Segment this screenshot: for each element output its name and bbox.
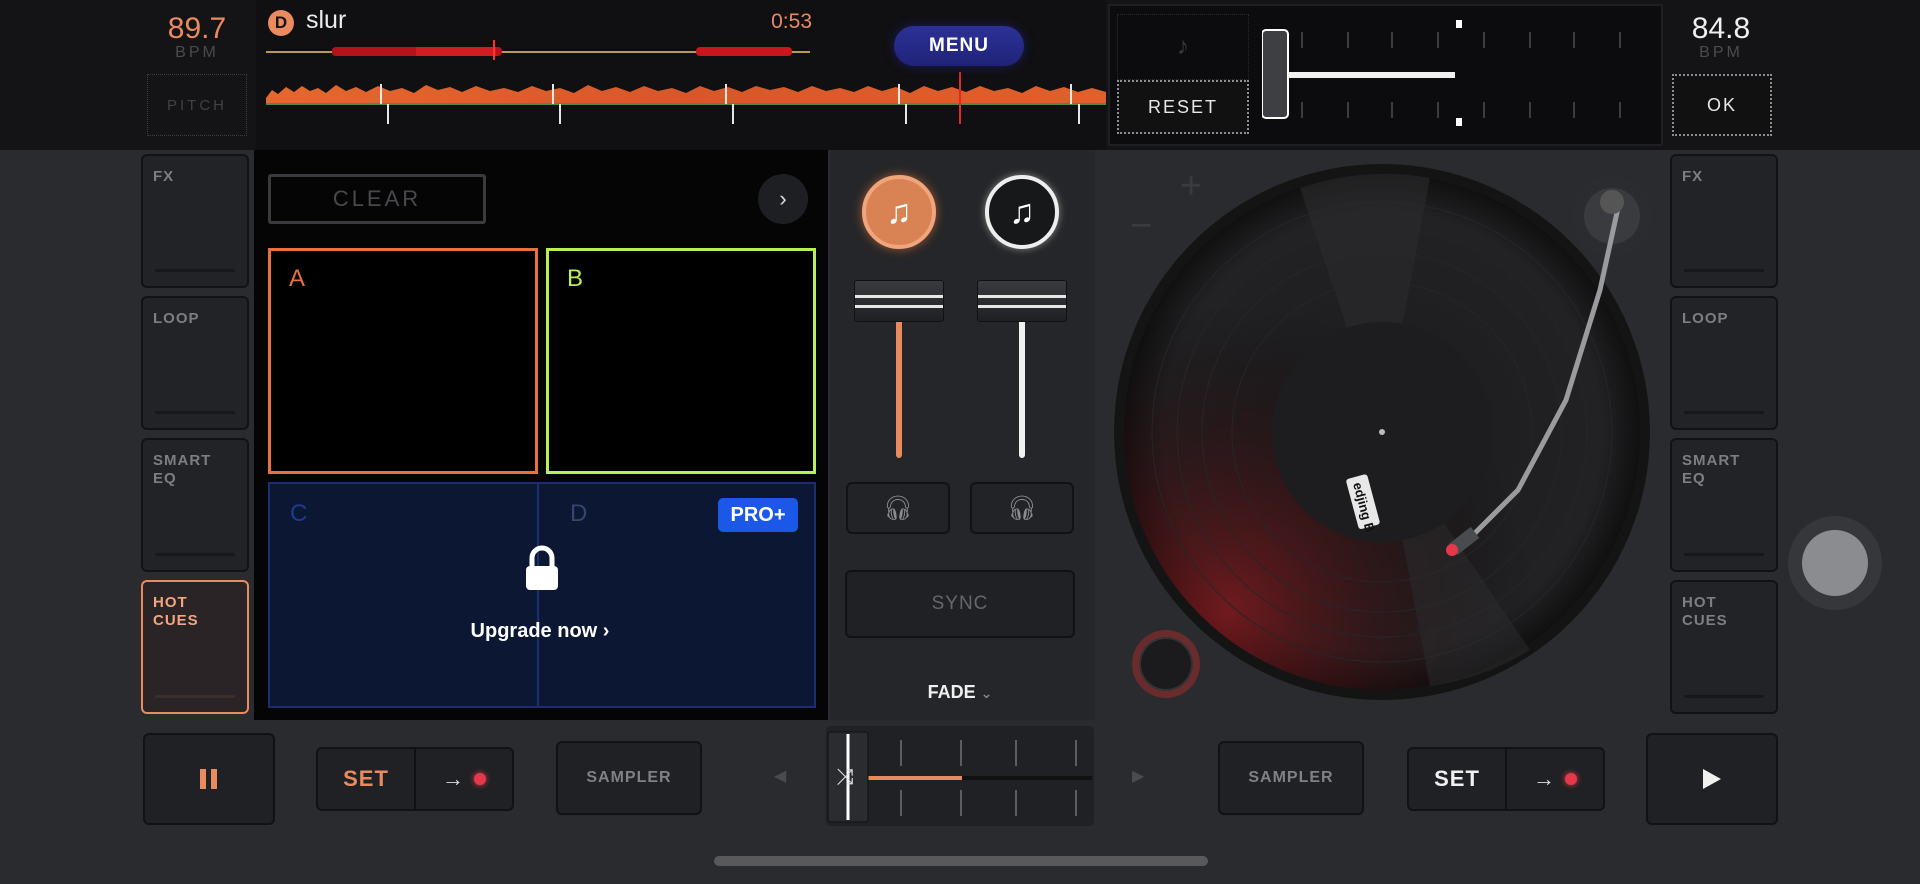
headphones-icon: 🎧︎ xyxy=(882,494,914,522)
start-stop-knob xyxy=(1139,637,1193,691)
add-track-right-button[interactable]: ♫ xyxy=(985,175,1059,249)
record-dot-icon xyxy=(1565,773,1577,785)
crossfader-left-arrow-icon[interactable]: ◀ xyxy=(774,766,786,786)
right-play-button[interactable] xyxy=(1646,733,1778,825)
plus-icon: + xyxy=(1180,165,1202,207)
waveform[interactable] xyxy=(266,72,1106,124)
menu-button[interactable]: MENU xyxy=(894,26,1024,66)
chevron-right-icon: › xyxy=(602,620,610,642)
crossfader-right-arrow-icon[interactable]: ▶ xyxy=(1132,766,1144,786)
right-set-label: SET xyxy=(1409,749,1507,809)
record-dot-icon xyxy=(474,773,486,785)
right-volume-track[interactable] xyxy=(1019,300,1025,458)
pad-b[interactable]: B xyxy=(546,248,816,474)
pitch-slider[interactable] xyxy=(1262,12,1650,136)
pad-divider xyxy=(537,484,539,706)
left-fx-label: FX xyxy=(153,168,175,185)
left-set-label: SET xyxy=(318,749,416,809)
right-smart-eq-button[interactable]: SMART EQ xyxy=(1670,438,1778,572)
chevron-right-icon: › xyxy=(779,186,787,211)
turntable[interactable]: + − edjing B xyxy=(1100,150,1660,720)
left-bpm-label: BPM xyxy=(175,44,219,61)
play-icon xyxy=(1703,769,1721,789)
pad-d-label: D xyxy=(570,500,588,527)
right-fx-label: FX xyxy=(1682,168,1704,185)
left-smart-eq-label: SMART EQ xyxy=(153,452,212,487)
right-set-cue-button[interactable]: SET → xyxy=(1407,747,1605,811)
next-page-button[interactable]: › xyxy=(758,174,808,224)
left-sampler-button[interactable]: SAMPLER xyxy=(556,741,702,815)
music-note-add-icon: ♫ xyxy=(886,192,912,231)
upgrade-now-link[interactable]: Upgrade now › xyxy=(440,620,640,643)
deck-d-badge: D xyxy=(268,10,294,36)
track-title: slur xyxy=(306,6,347,34)
fade-dropdown[interactable]: FADE ⌄ xyxy=(900,682,1020,703)
pad-b-label: B xyxy=(567,265,584,292)
right-hot-cues-label: HOT CUES xyxy=(1682,594,1728,629)
left-smart-eq-button[interactable]: SMART EQ xyxy=(141,438,249,572)
headphones-icon: 🎧︎ xyxy=(1006,494,1038,522)
pitch-button[interactable]: PITCH xyxy=(147,74,247,136)
arrow-right-icon: → xyxy=(442,766,464,791)
reset-button[interactable]: RESET xyxy=(1117,80,1249,134)
right-bpm-value: 84.8 xyxy=(1691,12,1751,45)
upgrade-label: Upgrade now xyxy=(470,620,598,642)
left-set-cue-button[interactable]: SET → xyxy=(316,747,514,811)
pad-c-label: C xyxy=(290,500,308,527)
pause-icon xyxy=(200,769,217,789)
clear-button[interactable]: CLEAR xyxy=(268,174,486,224)
right-fx-button[interactable]: FX xyxy=(1670,154,1778,288)
right-loop-label: LOOP xyxy=(1682,310,1729,327)
home-indicator[interactable] xyxy=(714,856,1208,866)
right-sampler-button[interactable]: SAMPLER xyxy=(1218,741,1364,815)
pad-a-label: A xyxy=(289,265,306,292)
left-pause-button[interactable] xyxy=(143,733,275,825)
right-jump-cue[interactable]: → xyxy=(1507,749,1603,809)
left-loop-button[interactable]: LOOP xyxy=(141,296,249,430)
left-fx-button[interactable]: FX xyxy=(141,154,249,288)
pad-a[interactable]: A xyxy=(268,248,538,474)
left-bpm-value: 89.7 xyxy=(167,12,227,45)
left-volume-fader[interactable] xyxy=(854,280,944,322)
pro-plus-badge[interactable]: PRO+ xyxy=(718,498,798,532)
chevron-down-icon: ⌄ xyxy=(980,685,993,701)
right-hot-cues-button[interactable]: HOT CUES xyxy=(1670,580,1778,714)
right-loop-button[interactable]: LOOP xyxy=(1670,296,1778,430)
ok-button[interactable]: OK xyxy=(1672,74,1772,136)
track-time: 0:53 xyxy=(771,10,812,33)
right-bpm-label: BPM xyxy=(1699,44,1743,61)
right-volume-fader[interactable] xyxy=(977,280,1067,322)
pitch-bend-joystick[interactable] xyxy=(1788,516,1882,610)
left-volume-track[interactable] xyxy=(896,300,902,458)
sync-button[interactable]: SYNC xyxy=(845,570,1075,638)
minus-icon: − xyxy=(1130,205,1152,247)
left-headphones-button[interactable]: 🎧︎ xyxy=(846,482,950,534)
joystick-knob[interactable] xyxy=(1802,530,1868,596)
fade-label: FADE xyxy=(927,682,976,702)
crossfader-track[interactable]: ⤨ xyxy=(826,726,1094,826)
left-hot-cues-label: HOT CUES xyxy=(153,594,199,629)
add-track-left-button[interactable]: ♫ xyxy=(862,175,936,249)
lock-icon xyxy=(526,545,558,590)
right-smart-eq-label: SMART EQ xyxy=(1682,452,1741,487)
music-note-add-icon: ♫ xyxy=(1009,192,1035,231)
shuffle-icon: ⤨ xyxy=(836,765,854,790)
note-icon[interactable]: ♪ xyxy=(1117,14,1249,80)
left-loop-label: LOOP xyxy=(153,310,200,327)
left-jump-cue[interactable]: → xyxy=(416,749,512,809)
left-hot-cues-button[interactable]: HOT CUES xyxy=(141,580,249,714)
arrow-right-icon: → xyxy=(1533,766,1555,791)
right-headphones-button[interactable]: 🎧︎ xyxy=(970,482,1074,534)
track-overview[interactable] xyxy=(266,40,810,60)
